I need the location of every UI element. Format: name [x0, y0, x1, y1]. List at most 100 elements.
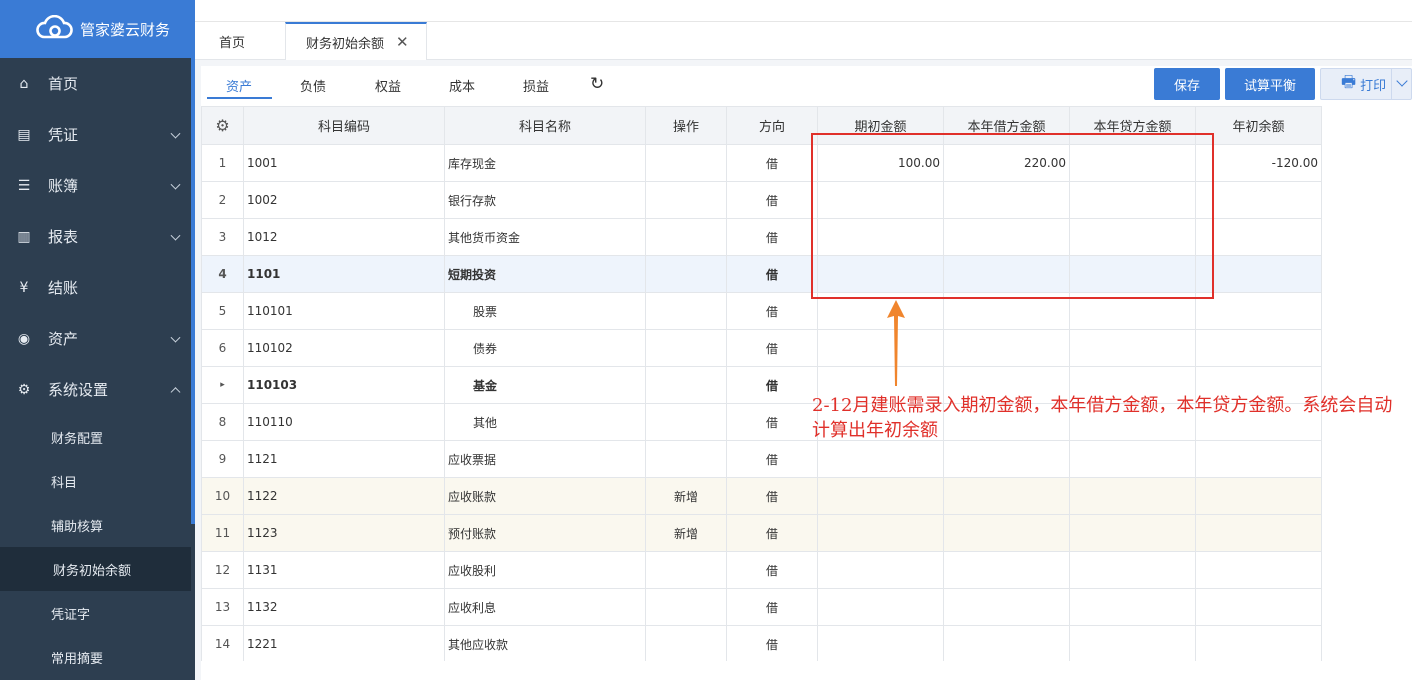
app-logo[interactable]: 管家婆云财务 [0, 0, 195, 58]
cell-year-debit[interactable] [943, 551, 1070, 589]
subtab-liabilities[interactable]: 负债 [300, 76, 326, 95]
cell-opening-amount[interactable] [817, 292, 944, 330]
cell-year-credit[interactable] [1069, 292, 1196, 330]
cell-operation[interactable] [645, 292, 727, 330]
cell-operation[interactable]: 新增 [645, 514, 727, 552]
cell-operation[interactable] [645, 440, 727, 478]
tab-home[interactable]: 首页 [219, 22, 245, 60]
cell-year-credit[interactable] [1069, 588, 1196, 626]
column-settings[interactable]: ⚙ [201, 106, 244, 145]
trial-balance-button[interactable]: 试算平衡 [1225, 68, 1315, 100]
cell-year-credit[interactable] [1069, 181, 1196, 219]
sidebar-subitem-1[interactable]: 科目 [0, 459, 195, 503]
table-row[interactable]: ▸ 110103 基金 借 [201, 366, 1322, 404]
chevron-down-icon[interactable] [1391, 69, 1411, 99]
cell-opening-amount[interactable] [817, 329, 944, 367]
cell-year-debit[interactable] [943, 366, 1070, 404]
sidebar-subitem-2[interactable]: 辅助核算 [0, 503, 195, 547]
table-row[interactable]: 4 1101 短期投资 借 [201, 255, 1322, 293]
table-row[interactable]: 11 1123 预付账款 新增借 [201, 514, 1322, 552]
cell-opening-amount[interactable]: 100.00 [817, 144, 944, 182]
subtab-cost[interactable]: 成本 [449, 76, 475, 95]
table-row[interactable]: 2 1002 银行存款 借 [201, 181, 1322, 219]
sidebar-item-1[interactable]: ▤ 凭证 [0, 109, 195, 160]
refresh-icon[interactable]: ↻ [590, 74, 604, 94]
subtab-equity[interactable]: 权益 [375, 76, 401, 95]
cell-year-credit[interactable] [1069, 144, 1196, 182]
cell-operation[interactable] [645, 588, 727, 626]
table-row[interactable]: 3 1012 其他货币资金 借 [201, 218, 1322, 256]
cell-opening-amount[interactable] [817, 366, 944, 404]
subtab-profit-loss[interactable]: 损益 [523, 76, 549, 95]
cell-year-credit[interactable] [1069, 440, 1196, 478]
sidebar-item-0[interactable]: ⌂ 首页 [0, 58, 195, 109]
cell-year-debit[interactable] [943, 255, 1070, 293]
tab-opening-balance[interactable]: 财务初始余额 ✕ [285, 22, 427, 60]
table-row[interactable]: 1 1001 库存现金 借 100.00 220.00 -120.00 [201, 144, 1322, 182]
table-row[interactable]: 5 110101 股票 借 [201, 292, 1322, 330]
table-row[interactable]: 6 110102 债券 借 [201, 329, 1322, 367]
cell-opening-amount[interactable] [817, 514, 944, 552]
close-icon[interactable]: ✕ [396, 33, 409, 51]
sidebar-subitem-5[interactable]: 常用摘要 [0, 635, 195, 679]
print-button[interactable]: 🖶 打印 [1320, 68, 1412, 100]
cell-operation[interactable] [645, 551, 727, 589]
cell-operation[interactable] [645, 181, 727, 219]
sidebar-subitem-3[interactable]: 财务初始余额 [0, 547, 191, 591]
sidebar-item-4[interactable]: ¥ 结账 [0, 262, 195, 313]
cell-year-debit[interactable] [943, 588, 1070, 626]
cell-opening-amount[interactable] [817, 255, 944, 293]
sidebar-item-3[interactable]: ▥ 报表 [0, 211, 195, 262]
table-row[interactable]: 8 110110 其他 借 [201, 403, 1322, 441]
save-button[interactable]: 保存 [1154, 68, 1220, 100]
table-row[interactable]: 14 1221 其他应收款 借 [201, 625, 1322, 663]
cell-opening-amount[interactable] [817, 477, 944, 515]
cell-year-credit[interactable] [1069, 551, 1196, 589]
cell-opening-amount[interactable] [817, 588, 944, 626]
cell-year-credit[interactable] [1069, 625, 1196, 663]
cell-year-credit[interactable] [1069, 255, 1196, 293]
cell-opening-amount[interactable] [817, 218, 944, 256]
cell-opening-amount[interactable] [817, 403, 944, 441]
cell-year-credit[interactable] [1069, 218, 1196, 256]
sidebar-scrollbar[interactable] [191, 58, 195, 524]
cell-opening-amount[interactable] [817, 181, 944, 219]
cell-year-credit[interactable] [1069, 366, 1196, 404]
cell-year-credit[interactable] [1069, 514, 1196, 552]
cell-operation[interactable] [645, 625, 727, 663]
cell-operation[interactable] [645, 403, 727, 441]
cell-opening-amount[interactable] [817, 551, 944, 589]
cell-year-debit[interactable]: 220.00 [943, 144, 1070, 182]
cell-year-debit[interactable] [943, 181, 1070, 219]
cell-year-debit[interactable] [943, 292, 1070, 330]
cell-operation[interactable] [645, 218, 727, 256]
cell-year-credit[interactable] [1069, 477, 1196, 515]
cell-year-debit[interactable] [943, 440, 1070, 478]
sidebar-item-6[interactable]: ⚙ 系统设置 [0, 364, 195, 415]
subtab-assets[interactable]: 资产 [226, 76, 252, 95]
table-row[interactable]: 10 1122 应收账款 新增借 [201, 477, 1322, 515]
sidebar-subitem-4[interactable]: 凭证字 [0, 591, 195, 635]
cell-year-debit[interactable] [943, 403, 1070, 441]
cell-operation[interactable] [645, 144, 727, 182]
cell-year-debit[interactable] [943, 625, 1070, 663]
cell-year-debit[interactable] [943, 218, 1070, 256]
cell-year-debit[interactable] [943, 514, 1070, 552]
cell-operation[interactable] [645, 366, 727, 404]
sidebar-item-2[interactable]: ☰ 账簿 [0, 160, 195, 211]
cell-year-credit[interactable] [1069, 329, 1196, 367]
cell-operation[interactable]: 新增 [645, 477, 727, 515]
table-row[interactable]: 9 1121 应收票据 借 [201, 440, 1322, 478]
cell-year-debit[interactable] [943, 329, 1070, 367]
cell-operation[interactable] [645, 255, 727, 293]
table-row[interactable]: 13 1132 应收利息 借 [201, 588, 1322, 626]
gear-icon[interactable]: ⚙ [215, 116, 229, 135]
table-row[interactable]: 12 1131 应收股利 借 [201, 551, 1322, 589]
sidebar-item-5[interactable]: ◉ 资产 [0, 313, 195, 364]
cell-opening-amount[interactable] [817, 440, 944, 478]
cell-year-debit[interactable] [943, 477, 1070, 515]
cell-opening-amount[interactable] [817, 625, 944, 663]
cell-year-credit[interactable] [1069, 403, 1196, 441]
sidebar-subitem-0[interactable]: 财务配置 [0, 415, 195, 459]
cell-operation[interactable] [645, 329, 727, 367]
